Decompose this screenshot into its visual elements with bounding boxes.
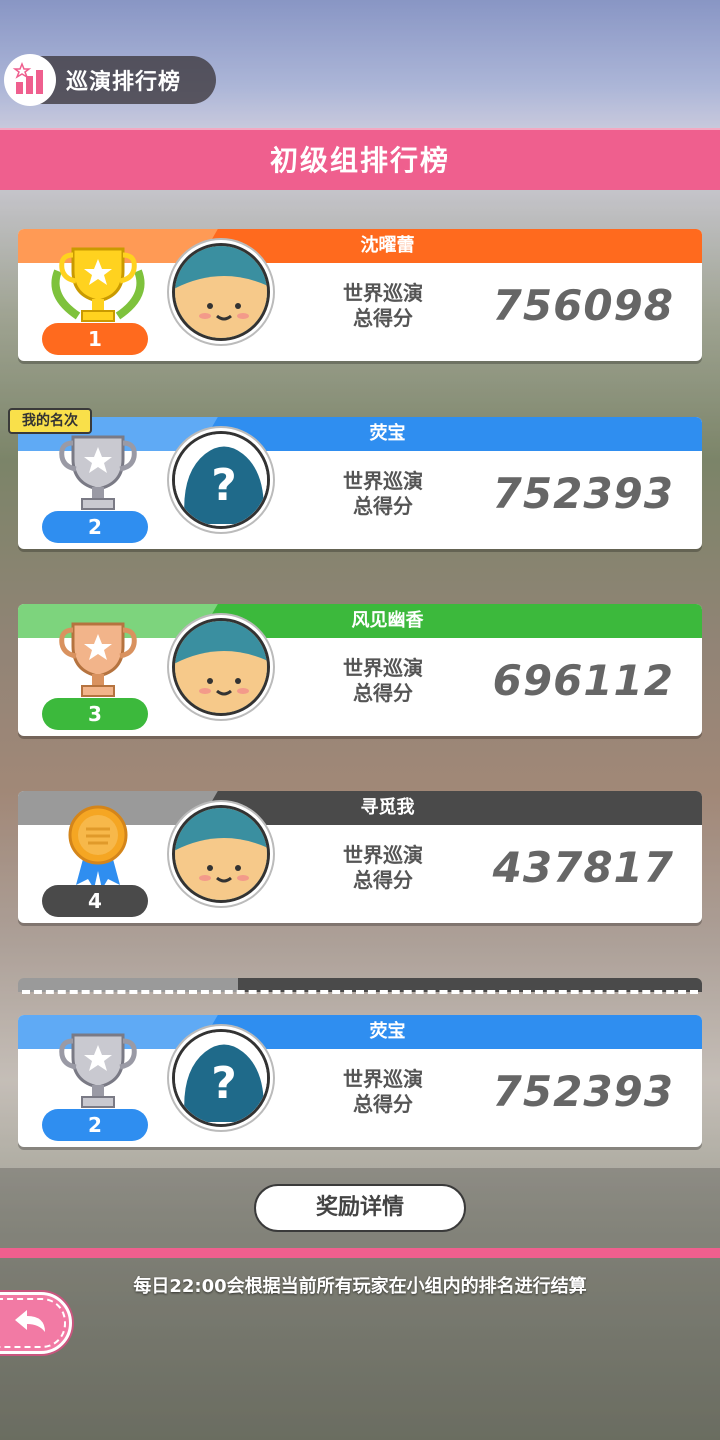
group-header: 初级组排行榜	[0, 128, 720, 190]
medal-icon	[68, 805, 128, 889]
svg-text:?: ?	[211, 1058, 237, 1109]
cat-avatar[interactable]	[172, 243, 270, 341]
rank-badge: 3	[42, 698, 148, 730]
divider	[22, 990, 698, 994]
score-value: 752393	[492, 1067, 674, 1116]
reward-details-button[interactable]: 奖励详情	[254, 1184, 466, 1232]
score-label: 世界巡演 总得分	[343, 469, 423, 518]
my-ranking-card[interactable]: 荧宝 2 ? 世界巡演 总得分 752393	[18, 1015, 702, 1147]
back-button[interactable]	[0, 1292, 72, 1354]
score-label: 世界巡演 总得分	[343, 1067, 423, 1116]
ranking-card-2[interactable]: 荧宝 2 ? 世界巡演 总得分 752393	[18, 417, 702, 549]
silver-trophy-icon	[59, 1033, 137, 1108]
ranking-card-4[interactable]: 寻觅我 4 世界巡演 总得分 437817	[18, 791, 702, 923]
score-value: 752393	[492, 469, 674, 518]
cat-avatar[interactable]	[172, 618, 270, 716]
ranking-tag: 巡演排行榜	[4, 54, 216, 106]
score-value: 756098	[492, 281, 674, 330]
gold-trophy-icon	[51, 247, 145, 322]
score-value: 696112	[492, 656, 674, 705]
accent-stripe	[0, 1248, 720, 1258]
ranking-card-3[interactable]: 风见幽香 3 世界巡演 总得分 696112	[18, 604, 702, 736]
ranking-card-1[interactable]: 沈曜蕾 1 世界巡演 总得分 756098	[18, 229, 702, 361]
bronze-trophy-icon	[59, 622, 137, 697]
rank-badge: 2	[42, 1109, 148, 1141]
question-avatar[interactable]: ?	[172, 431, 270, 529]
score-label: 世界巡演 总得分	[343, 281, 423, 330]
silver-trophy-icon	[59, 435, 137, 510]
cat-avatar[interactable]	[172, 805, 270, 903]
rank-badge: 4	[42, 885, 148, 917]
question-avatar[interactable]: ?	[172, 1029, 270, 1127]
rank-badge: 1	[42, 323, 148, 355]
settlement-notice: 每日22:00会根据当前所有玩家在小组内的排名进行结算	[133, 1276, 587, 1297]
ranking-tag-title: 巡演排行榜	[66, 70, 182, 95]
group-title: 初级组排行榜	[269, 144, 450, 177]
back-arrow-icon	[15, 1310, 45, 1332]
score-label: 世界巡演 总得分	[343, 843, 423, 892]
score-value: 437817	[492, 843, 674, 892]
svg-text:?: ?	[211, 460, 237, 511]
rank-badge: 2	[42, 511, 148, 543]
ranking-chart-icon	[4, 54, 56, 106]
my-rank-tag: 我的名次	[8, 408, 92, 434]
score-label: 世界巡演 总得分	[343, 656, 423, 705]
